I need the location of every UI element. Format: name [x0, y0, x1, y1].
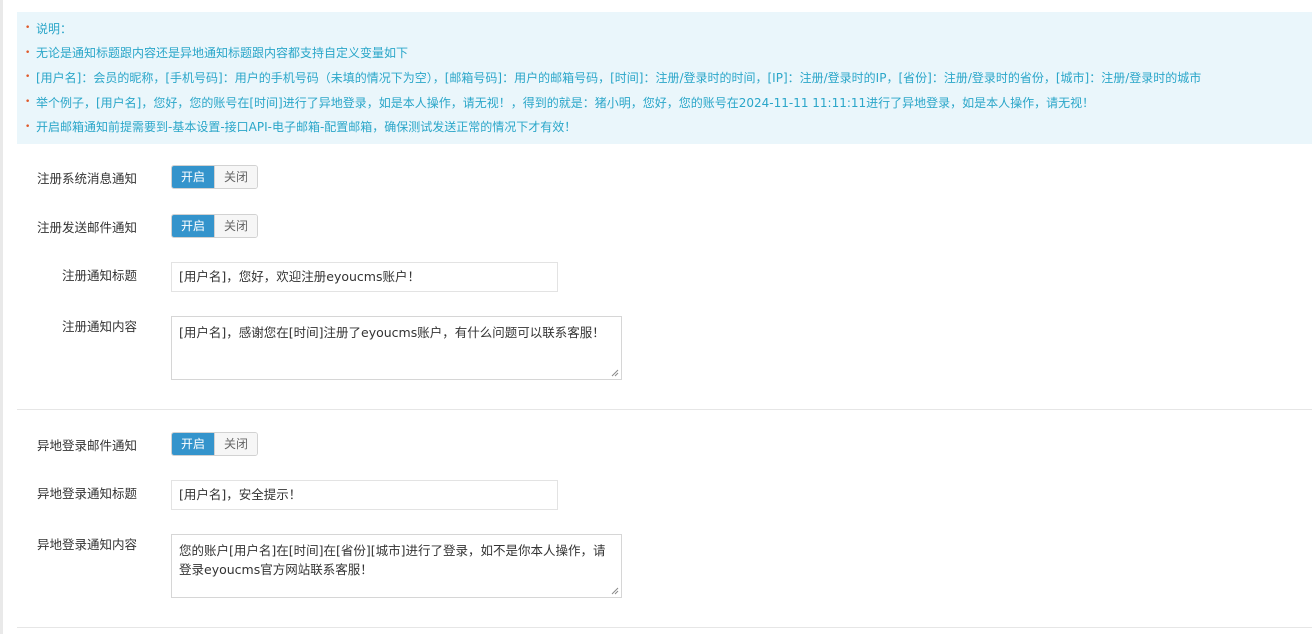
notice-line: • 举个例子，[用户名]，您好，您的账号在[时间]进行了异地登录，如是本人操作，… — [25, 90, 1312, 115]
remote-login-email-notice-toggle[interactable]: 开启 关闭 — [171, 432, 258, 456]
bullet-icon: • — [25, 121, 31, 132]
register-email-notice-toggle[interactable]: 开启 关闭 — [171, 214, 258, 238]
register-content-textarea[interactable]: [用户名]，感谢您在[时间]注册了eyoucms账户，有什么问题可以联系客服！ — [171, 316, 622, 380]
notice-text: [用户名]：会员的昵称，[手机号码]：用户的手机号码（未填的情况下为空），[邮箱… — [36, 70, 1202, 85]
section-divider — [17, 627, 1312, 628]
bullet-icon: • — [25, 23, 31, 34]
register-system-notice-label: 注册系统消息通知 — [36, 171, 137, 186]
remote-login-content-text: 您的账户[用户名]在[时间]在[省份][城市]进行了登录，如不是你本人操作，请登… — [179, 543, 606, 577]
notice-text: 无论是通知标题跟内容还是异地通知标题跟内容都支持自定义变量如下 — [36, 46, 409, 61]
toggle-on-button[interactable]: 开启 — [172, 215, 214, 237]
remote-login-title-input[interactable]: [用户名]，安全提示！ — [171, 480, 558, 510]
toggle-on-button[interactable]: 开启 — [172, 433, 214, 455]
register-content-text: [用户名]，感谢您在[时间]注册了eyoucms账户，有什么问题可以联系客服！ — [179, 325, 605, 340]
notice-text: 举个例子，[用户名]，您好，您的账号在[时间]进行了异地登录，如是本人操作，请无… — [36, 95, 1095, 110]
notice-line: • 无论是通知标题跟内容还是异地通知标题跟内容都支持自定义变量如下 — [25, 41, 1312, 66]
notice-line: • [用户名]：会员的昵称，[手机号码]：用户的手机号码（未填的情况下为空），[… — [25, 65, 1312, 90]
remote-login-content-textarea[interactable]: 您的账户[用户名]在[时间]在[省份][城市]进行了登录，如不是你本人操作，请登… — [171, 534, 622, 598]
notice-line: • 开启邮箱通知前提需要到-基本设置-接口API-电子邮箱-配置邮箱，确保测试发… — [25, 114, 1312, 139]
resize-handle-icon[interactable] — [611, 369, 619, 377]
register-title-label: 注册通知标题 — [61, 268, 137, 283]
toggle-on-button[interactable]: 开启 — [172, 166, 214, 188]
remote-login-email-notice-label: 异地登录邮件通知 — [36, 438, 137, 453]
register-email-notice-label: 注册发送邮件通知 — [36, 220, 137, 235]
toggle-off-button[interactable]: 关闭 — [214, 166, 257, 188]
remote-login-title-label: 异地登录通知标题 — [36, 486, 137, 501]
toggle-off-button[interactable]: 关闭 — [214, 215, 257, 237]
bullet-icon: • — [25, 47, 31, 58]
register-title-input[interactable]: [用户名]，您好，欢迎注册eyoucms账户！ — [171, 262, 558, 292]
toggle-off-button[interactable]: 关闭 — [214, 433, 257, 455]
bullet-icon: • — [25, 72, 31, 83]
notice-text: 开启邮箱通知前提需要到-基本设置-接口API-电子邮箱-配置邮箱，确保测试发送正… — [36, 120, 577, 135]
register-system-notice-toggle[interactable]: 开启 关闭 — [171, 165, 258, 189]
notice-box: • 说明： • 无论是通知标题跟内容还是异地通知标题跟内容都支持自定义变量如下 … — [17, 12, 1312, 144]
section-divider — [17, 409, 1312, 410]
notice-text: 说明： — [36, 21, 73, 36]
notice-line: • 说明： — [25, 16, 1312, 41]
register-content-label: 注册通知内容 — [61, 319, 137, 334]
resize-handle-icon[interactable] — [611, 587, 619, 595]
remote-login-content-label: 异地登录通知内容 — [36, 537, 137, 552]
bullet-icon: • — [25, 97, 31, 108]
